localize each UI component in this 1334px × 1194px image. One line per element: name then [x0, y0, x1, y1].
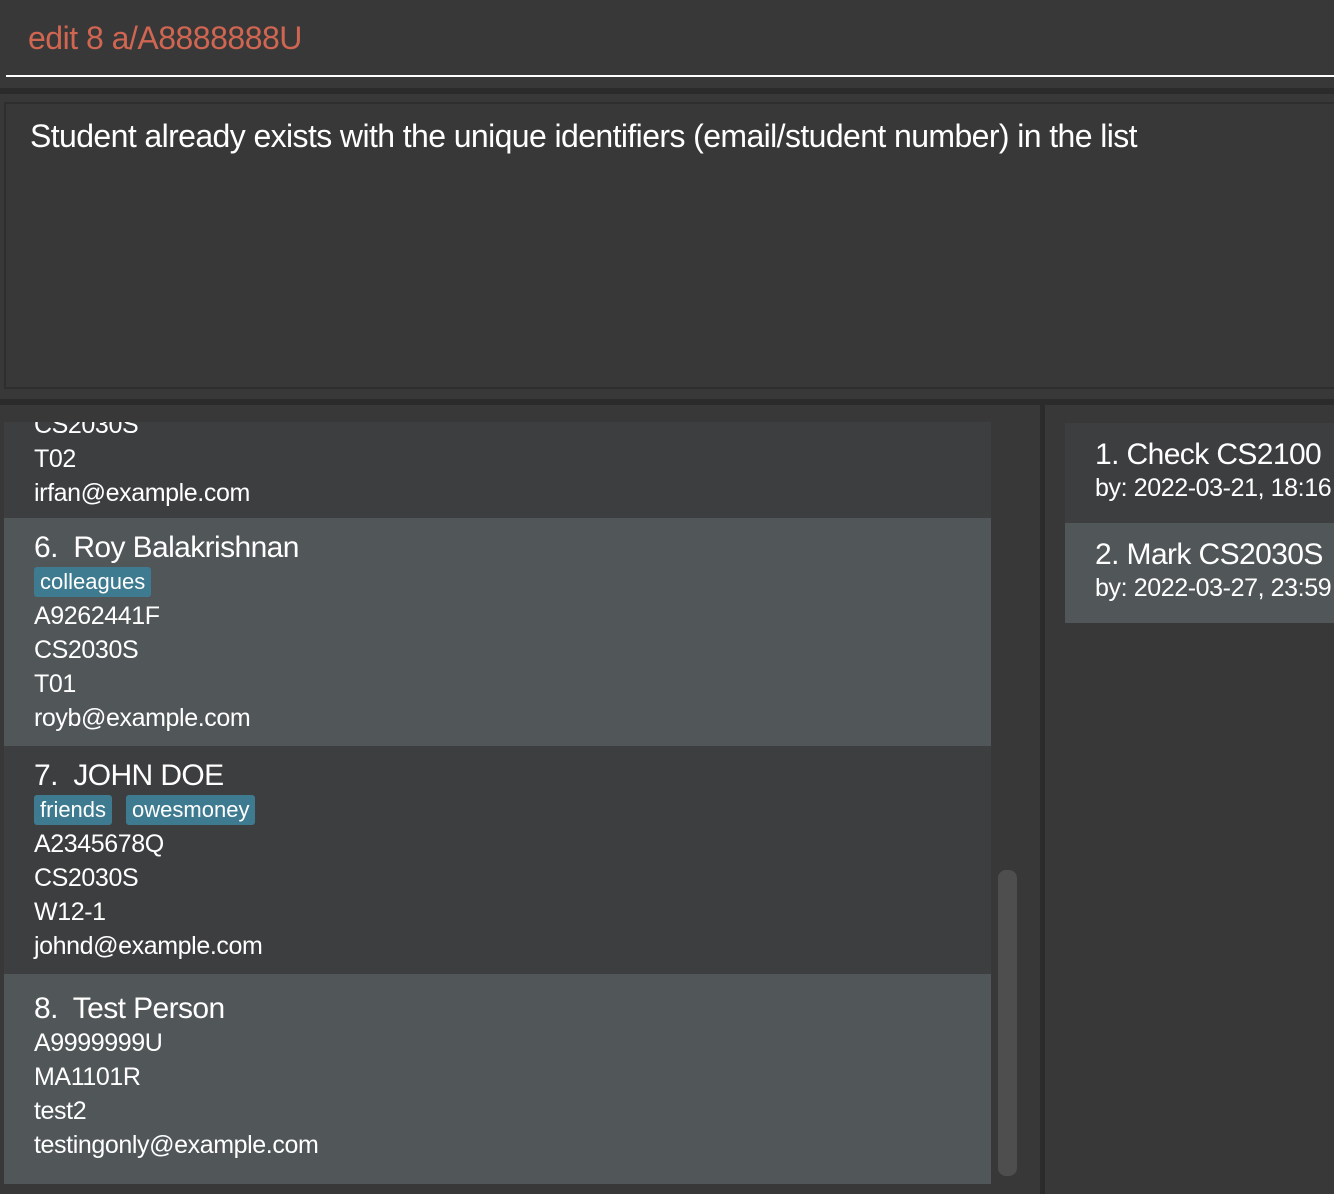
task-card[interactable]: 1. Check CS2100 by: 2022-03-21, 18:16 — [1065, 423, 1334, 523]
student-module: CS2030S — [34, 864, 139, 892]
task-card[interactable]: 2. Mark CS2030S by: 2022-03-27, 23:59 — [1065, 523, 1334, 623]
task-list-panel: 1. Check CS2100 by: 2022-03-21, 18:16 2.… — [1045, 405, 1334, 1194]
task-title: 2. Mark CS2030S — [1095, 538, 1323, 571]
command-input[interactable]: edit 8 a/A8888888U — [28, 20, 302, 57]
student-module: MA1101R — [34, 1063, 141, 1091]
student-name: 6. Roy Balakrishnan — [34, 531, 299, 564]
task-deadline: by: 2022-03-21, 18:16 — [1095, 474, 1332, 502]
tag-list: friends owesmoney — [34, 793, 991, 827]
student-card[interactable]: 6. Roy Balakrishnan colleagues A9262441F… — [4, 518, 991, 746]
student-email: royb@example.com — [34, 704, 251, 732]
student-number: A2345678Q — [34, 830, 164, 858]
student-number: A9262441F — [34, 602, 160, 630]
student-tutorial: test2 — [34, 1097, 87, 1125]
student-number: A9999999U — [34, 1029, 163, 1057]
student-card[interactable]: 8. Test Person A9999999U MA1101R test2 t… — [4, 974, 991, 1184]
student-tutorial: T01 — [34, 670, 76, 698]
student-card[interactable]: 7. JOHN DOE friends owesmoney A2345678Q C… — [4, 746, 991, 974]
student-email: testingonly@example.com — [34, 1131, 319, 1159]
student-module: CS2030S — [34, 636, 139, 664]
student-email: johnd@example.com — [34, 932, 263, 960]
tag-list: colleagues — [34, 565, 991, 599]
student-list-panel: CS2030S T02 irfan@example.com 6. Roy Bal… — [0, 405, 1040, 1194]
student-tutorial: T02 — [34, 445, 76, 473]
result-display: Student already exists with the unique i… — [4, 102, 1334, 389]
student-module: CS2030S — [34, 422, 139, 439]
student-email: irfan@example.com — [34, 479, 250, 507]
task-title: 1. Check CS2100 — [1095, 438, 1322, 471]
command-input-underline — [6, 75, 1334, 77]
student-name: 8. Test Person — [34, 992, 225, 1025]
command-box[interactable]: edit 8 a/A8888888U — [0, 0, 1334, 88]
tag: owesmoney — [126, 795, 256, 825]
tag: colleagues — [34, 567, 152, 597]
tag: friends — [34, 795, 113, 825]
student-name: 7. JOHN DOE — [34, 759, 224, 792]
result-message: Student already exists with the unique i… — [30, 118, 1138, 154]
student-tutorial: W12-1 — [34, 898, 106, 926]
divider — [0, 88, 1334, 94]
student-list-scrollbar[interactable] — [998, 870, 1017, 1176]
student-card[interactable]: CS2030S T02 irfan@example.com — [4, 422, 991, 518]
task-deadline: by: 2022-03-27, 23:59 — [1095, 574, 1332, 602]
